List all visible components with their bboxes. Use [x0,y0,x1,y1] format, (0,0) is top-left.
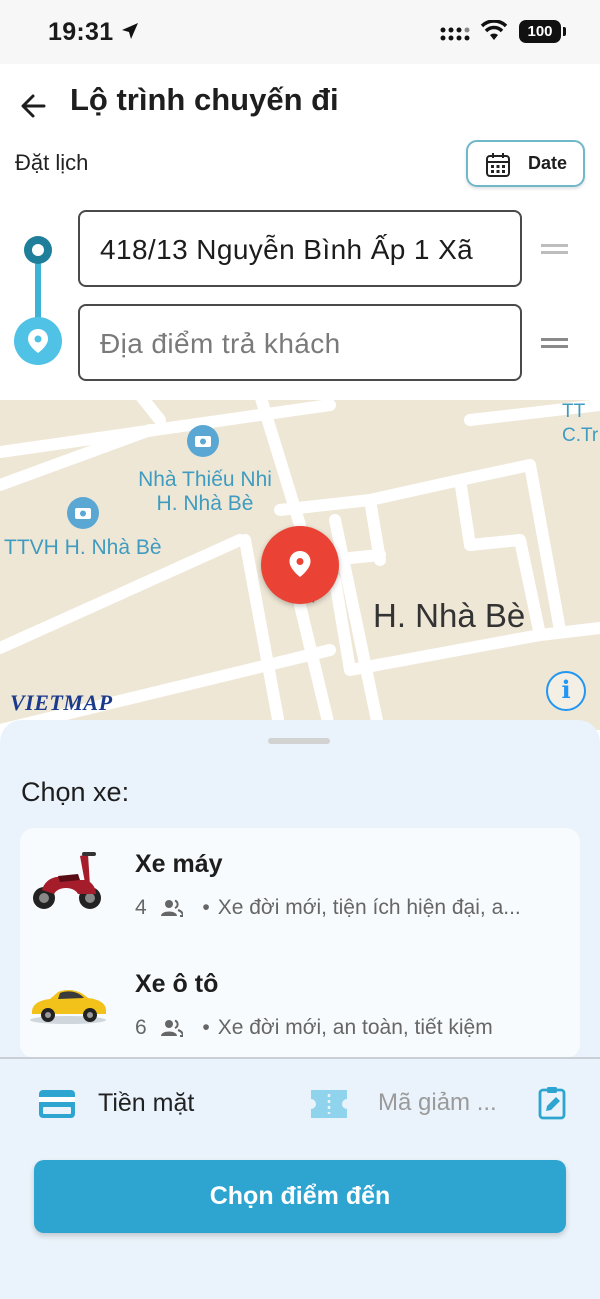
drag-handle-icon[interactable] [541,244,568,254]
drag-handle-icon[interactable] [541,338,568,348]
pickup-address-field[interactable]: 418/13 Nguyễn Bình Ấp 1 Xã [78,210,522,287]
poi-label: TTVH H. Nhà Bè [4,536,162,559]
page-title: Lộ trình chuyến đi [70,82,339,117]
motorbike-icon [33,852,101,909]
status-bar: 19:31 100 [0,0,600,64]
district-label: H. Nhà Bè [373,597,526,634]
vehicle-name: Xe máy [135,850,223,878]
payment-row: Tiền mặt Mã giảm ... [0,1080,600,1130]
car-icon [30,990,106,1024]
choose-destination-button[interactable]: Chọn điểm đến [34,1160,566,1233]
vehicle-meta: 6 • Xe đời mới, an toàn, tiết kiệm [135,1016,493,1039]
date-button-label: Date [528,153,568,173]
vehicle-description: Xe đời mới, an toàn, tiết kiệm [217,1016,493,1039]
date-button[interactable]: Date [466,140,585,187]
location-arrow-icon [122,23,138,39]
schedule-label: Đặt lịch [15,150,89,175]
divider [0,1057,600,1059]
payment-method-label[interactable]: Tiền mặt [98,1089,194,1118]
poi-label: Nhà Thiếu Nhi H. Nhà Bè [138,468,272,515]
people-icon [160,1019,183,1037]
poi-camera-icon[interactable] [66,496,100,530]
vehicle-option-car[interactable]: Xe ô tô 6 • Xe đời mới, an toàn, tiết kiệ… [20,948,580,1058]
seat-count: 6 [135,1016,147,1039]
vehicle-name: Xe ô tô [135,970,219,998]
vehicle-bottom-sheet: Chọn xe: Xe máy 4 • Xe đời mới, tiện ích … [0,720,600,1299]
vehicle-description: Xe đời mới, tiện ích hiện đại, a... [217,896,521,919]
seat-count: 4 [135,896,147,919]
map-view[interactable]: Nhà Thiếu Nhi H. Nhà Bè TTVH H. Nhà Bè T… [0,400,600,730]
back-arrow-icon[interactable] [14,86,54,126]
dropoff-pin-icon [14,317,62,365]
vehicle-option-motorbike[interactable]: Xe máy 4 • Xe đời mới, tiện ích hiện đại,… [20,828,580,946]
promo-code-input[interactable]: Mã giảm ... [378,1089,497,1117]
trip-header: Lộ trình chuyến đi Đặt lịch Date 418/13 … [0,64,600,400]
poi-camera-icon[interactable] [186,424,220,458]
sheet-drag-handle[interactable] [268,738,330,744]
edit-icon[interactable] [537,1085,569,1121]
vietmap-logo: VIETMAP [10,690,113,715]
choose-vehicle-title: Chọn xe: [21,777,130,807]
ticket-icon[interactable] [308,1087,350,1121]
map-label-edge: TT C.Tr [562,401,599,446]
signal-icon [440,27,470,41]
vehicle-meta: 4 • Xe đời mới, tiện ích hiện đại, a... [135,896,521,919]
credit-card-icon[interactable] [38,1088,76,1120]
dropoff-address-field[interactable]: Địa điểm trả khách [78,304,522,381]
battery-indicator: 100 [519,20,566,43]
info-icon[interactable]: i [546,671,586,711]
pickup-dot-icon [24,236,52,264]
vehicle-list: Xe máy 4 • Xe đời mới, tiện ích hiện đại,… [20,828,580,1058]
people-icon [160,899,183,917]
pickup-address-value: 418/13 Nguyễn Bình Ấp 1 Xã [100,234,474,265]
dropoff-placeholder: Địa điểm trả khách [100,328,341,359]
status-time: 19:31 [48,18,114,46]
wifi-icon [480,20,508,40]
location-pin-icon[interactable] [261,526,339,604]
calendar-icon [486,153,510,177]
